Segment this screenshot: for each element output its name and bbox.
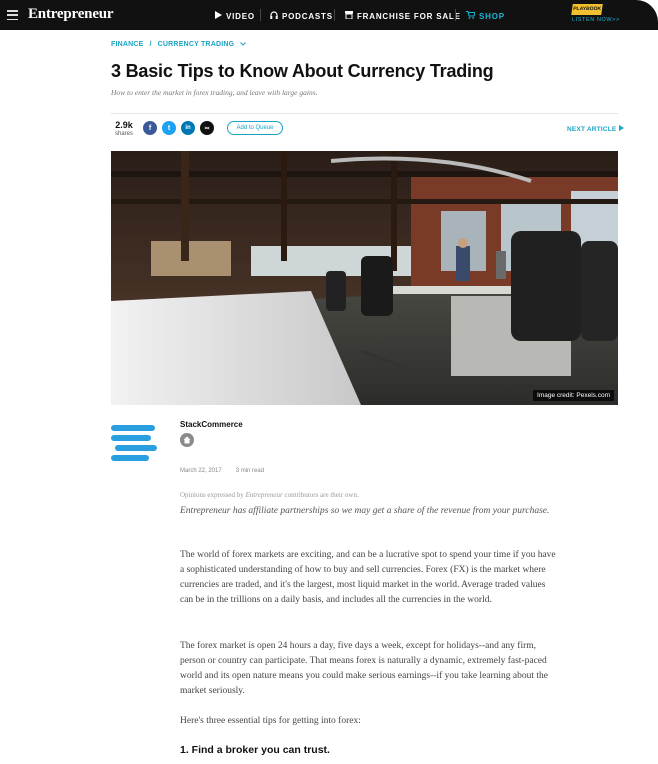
article-subtitle: How to enter the market in forex trading… <box>111 88 318 97</box>
facebook-icon: f <box>148 124 152 132</box>
article-paragraph: Here's three essential tips for getting … <box>180 716 361 726</box>
home-icon <box>183 431 191 449</box>
breadcrumb-separator: / <box>149 41 152 48</box>
copy-link-button[interactable]: ∞ <box>200 121 214 135</box>
read-time: 3 min read <box>235 468 265 474</box>
nav-item-podcasts[interactable]: PODCASTS <box>270 11 333 21</box>
share-count: 2.9k shares <box>115 120 134 138</box>
publish-date: March 22, 2017 <box>180 468 222 474</box>
nav-item-shop[interactable]: SHOP <box>466 11 505 21</box>
arrow-right-icon <box>619 125 625 133</box>
divider <box>111 113 618 114</box>
facebook-share-button[interactable]: f <box>143 121 157 135</box>
section-heading: 1. Find a broker you can trust. <box>180 744 330 756</box>
next-article-label: NEXT ARTICLE <box>567 125 617 133</box>
linkedin-share-button[interactable]: in <box>181 121 195 135</box>
article-title: 3 Basic Tips to Know About Currency Trad… <box>111 61 494 81</box>
playbook-promo[interactable]: PLAYBOOK LISTEN NOW>> <box>571 4 620 26</box>
play-icon <box>215 11 222 21</box>
disclaimer-suffix: contributors are their own. <box>282 491 359 499</box>
breadcrumb-finance[interactable]: FINANCE <box>111 41 144 48</box>
hero-image: Image credit: Pexels.com <box>111 151 618 405</box>
nav-divider <box>260 9 261 21</box>
headphones-icon <box>270 11 278 21</box>
article-meta: March 22, 2017 3 min read <box>180 468 264 474</box>
disclaimer-prefix: Opinions expressed by <box>180 491 246 499</box>
nav-item-video[interactable]: VIDEO <box>215 11 255 21</box>
affiliate-notice: Entrepreneur has affiliate partnerships … <box>180 506 550 516</box>
nav-divider <box>334 9 335 21</box>
share-count-number: 2.9k <box>115 120 133 130</box>
link-icon: ∞ <box>204 124 210 132</box>
author-website-button[interactable] <box>180 433 194 447</box>
top-nav: Entrepreneur VIDEO PODCASTS FRANCHISE FO… <box>0 0 658 30</box>
author-logo[interactable] <box>111 423 157 463</box>
playbook-listen-link: LISTEN NOW>> <box>572 17 620 23</box>
author-name[interactable]: StackCommerce <box>180 420 243 429</box>
image-credit: Image credit: Pexels.com <box>533 390 614 401</box>
next-article-link[interactable]: NEXT ARTICLE <box>567 125 625 133</box>
chevron-down-icon[interactable] <box>240 41 247 48</box>
nav-item-franchise[interactable]: FRANCHISE FOR SALE <box>345 11 461 21</box>
storefront-icon <box>345 11 353 21</box>
linkedin-icon: in <box>185 125 191 131</box>
nav-item-label: FRANCHISE FOR SALE <box>357 11 461 21</box>
nav-divider <box>455 9 456 21</box>
nav-item-label: VIDEO <box>226 11 255 21</box>
disclaimer-brand: Entrepreneur <box>245 491 283 499</box>
office-photo <box>111 151 618 405</box>
article-paragraph: The forex market is open 24 hours a day,… <box>180 641 549 696</box>
cart-icon <box>466 11 476 21</box>
article-paragraph: The world of forex markets are exciting,… <box>180 550 556 605</box>
nav-item-label: SHOP <box>479 11 505 21</box>
add-to-queue-button[interactable]: Add to Queue <box>227 121 283 135</box>
share-count-label: shares <box>115 131 134 137</box>
contributor-disclaimer: Opinions expressed by Entrepreneur contr… <box>180 491 359 499</box>
nav-item-label: PODCASTS <box>282 11 333 21</box>
breadcrumb-currency-trading[interactable]: CURRENCY TRADING <box>158 41 235 48</box>
breadcrumb: FINANCE / CURRENCY TRADING <box>111 41 247 48</box>
twitter-share-button[interactable]: t <box>162 121 176 135</box>
hamburger-menu-icon[interactable] <box>7 10 18 20</box>
brand-logo[interactable]: Entrepreneur <box>28 6 114 23</box>
page-frame: Entrepreneur VIDEO PODCASTS FRANCHISE FO… <box>0 0 658 764</box>
twitter-icon: t <box>167 124 171 132</box>
playbook-badge: PLAYBOOK <box>571 4 603 15</box>
